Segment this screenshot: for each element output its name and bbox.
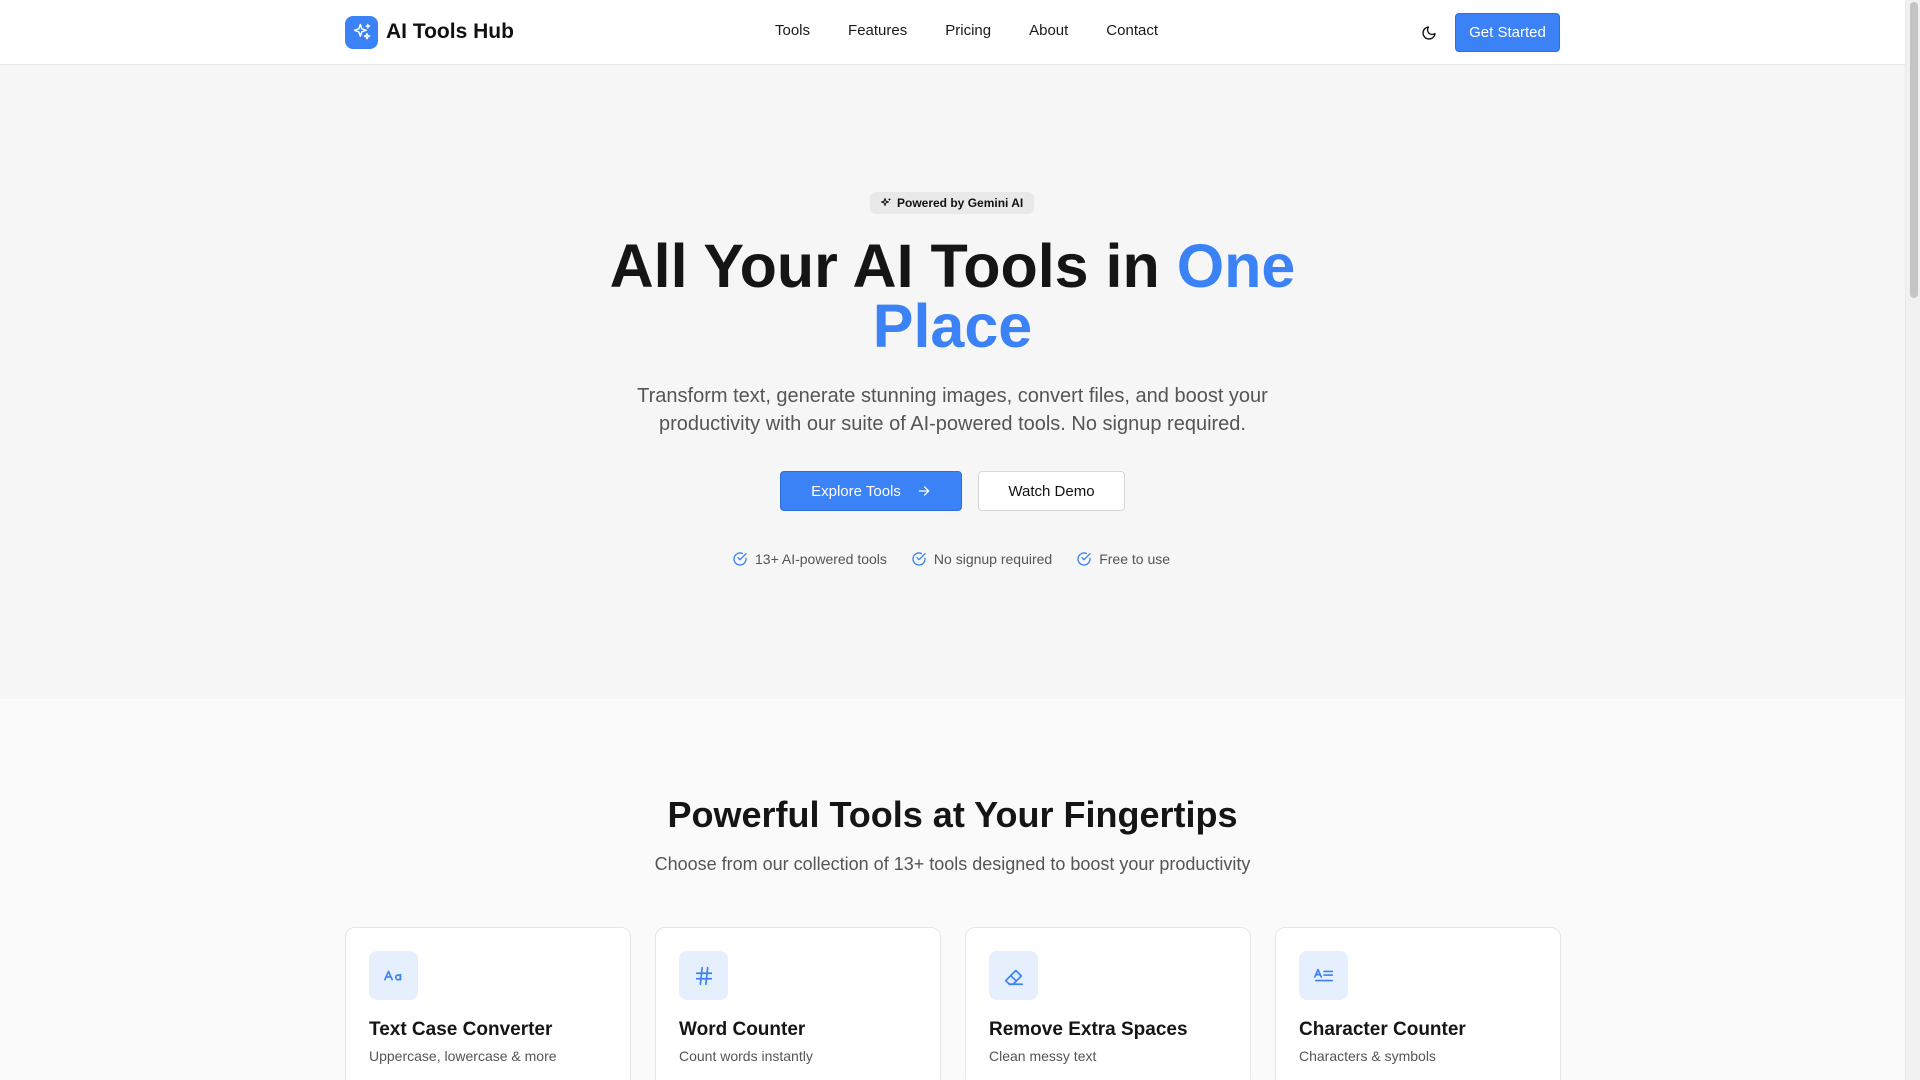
eraser-icon — [989, 951, 1038, 1000]
card-description: Uppercase, lowercase & more — [369, 1048, 557, 1064]
tool-card-word-counter[interactable]: Word Counter Count words instantly — [655, 927, 941, 1080]
card-title: Remove Extra Spaces — [989, 1019, 1188, 1040]
sparkles-icon — [881, 198, 891, 206]
hero-subtitle: Transform text, generate stunning images… — [637, 385, 1268, 435]
nav-item-contact[interactable]: Contact — [1106, 22, 1158, 39]
tool-card-remove-extra-spaces[interactable]: Remove Extra Spaces Clean messy text — [965, 927, 1251, 1080]
scrollbar[interactable] — [1905, 0, 1920, 1080]
hero-title-main: All Your AI Tools in — [609, 232, 1177, 300]
explore-tools-label: Explore Tools — [811, 482, 901, 500]
nav-item-tools[interactable]: Tools — [775, 22, 810, 39]
moon-icon — [1422, 26, 1436, 40]
nav-item-pricing[interactable]: Pricing — [945, 22, 991, 39]
check-circle-icon — [733, 552, 747, 566]
feature-label: Free to use — [1099, 551, 1171, 567]
hero-title: All Your AI Tools in One Place — [560, 236, 1345, 357]
tools-section: Powerful Tools at Your Fingertips Choose… — [0, 699, 1905, 1080]
card-title: Word Counter — [679, 1019, 806, 1040]
text-lines-icon — [1299, 951, 1348, 1000]
site-header: AI Tools Hub Tools Features Pricing Abou… — [0, 0, 1905, 65]
feature-label: No signup required — [933, 551, 1053, 567]
watch-demo-button[interactable]: Watch Demo — [978, 471, 1125, 511]
feature-item: No signup required — [911, 551, 1052, 567]
get-started-button[interactable]: Get Started — [1455, 13, 1560, 52]
card-title: Text Case Converter — [369, 1019, 553, 1040]
tool-card-text-case-converter[interactable]: Text Case Converter Uppercase, lowercase… — [345, 927, 631, 1080]
brand[interactable]: AI Tools Hub — [345, 15, 514, 49]
badge-label: Powered by Gemini AI — [897, 196, 1024, 210]
scrollbar-thumb[interactable] — [1910, 2, 1918, 298]
card-description: Count words instantly — [679, 1048, 813, 1064]
check-circle-icon — [912, 552, 926, 566]
theme-toggle-button[interactable] — [1415, 19, 1443, 47]
sparkles-icon — [345, 15, 378, 49]
feature-label: 13+ AI-powered tools — [755, 551, 887, 567]
hash-icon — [679, 951, 728, 1000]
check-circle-icon — [1077, 552, 1091, 566]
main-nav: Tools Features Pricing About Contact — [775, 22, 1158, 39]
feature-item: Free to use — [1076, 551, 1170, 567]
card-title: Character Counter — [1299, 1019, 1466, 1040]
explore-tools-button[interactable]: Explore Tools — [780, 471, 962, 511]
feature-item: 13+ AI-powered tools — [732, 551, 887, 567]
hero-features: 13+ AI-powered tools No signup required … — [732, 551, 1170, 567]
brand-name: AI Tools Hub — [386, 20, 514, 43]
nav-item-features[interactable]: Features — [848, 22, 907, 39]
card-description: Characters & symbols — [1299, 1048, 1436, 1064]
tools-title: Powerful Tools at Your Fingertips — [667, 794, 1238, 835]
nav-item-about[interactable]: About — [1029, 22, 1068, 39]
text-case-icon — [369, 951, 418, 1000]
tools-subtitle: Choose from our collection of 13+ tools … — [654, 854, 1251, 874]
arrow-right-icon — [918, 486, 930, 496]
powered-by-badge: Powered by Gemini AI — [870, 192, 1035, 214]
tool-card-character-counter[interactable]: Character Counter Characters & symbols — [1275, 927, 1561, 1080]
card-description: Clean messy text — [989, 1048, 1097, 1064]
